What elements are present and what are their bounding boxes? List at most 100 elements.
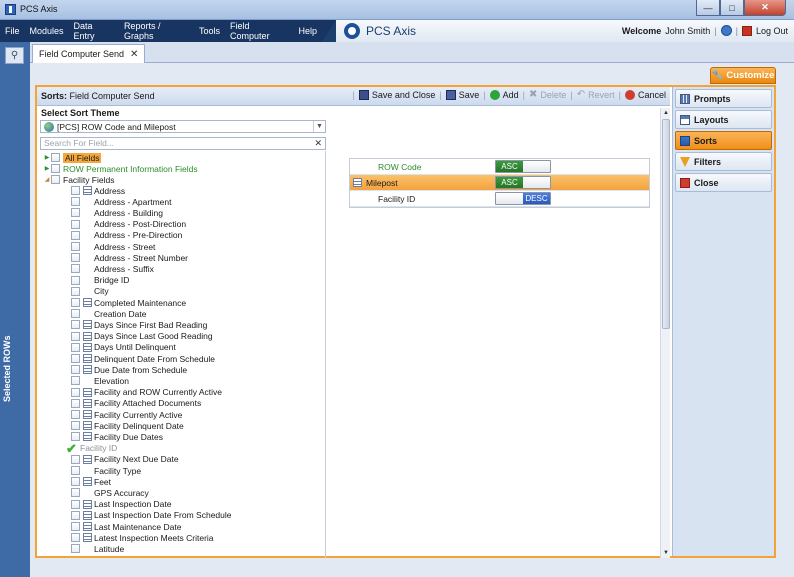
checkbox[interactable] — [71, 510, 80, 520]
tree-field-item[interactable]: Address - Apartment — [71, 196, 171, 207]
checkbox[interactable] — [71, 286, 80, 296]
tree-field-item[interactable]: Facility and ROW Currently Active — [71, 387, 222, 398]
prompts-button[interactable]: Prompts — [675, 89, 772, 108]
scroll-thumb[interactable] — [662, 119, 670, 329]
checkbox[interactable] — [71, 275, 80, 285]
chevron-down-icon[interactable]: ▼ — [313, 121, 325, 132]
sort-direction-toggle[interactable]: ASC — [495, 176, 551, 189]
tree-field-item[interactable]: Latest Inspection Meets Criteria — [71, 532, 214, 543]
close-window-button[interactable]: ✕ — [744, 0, 786, 16]
checkbox[interactable] — [71, 354, 80, 363]
tree-node-facility-fields[interactable]: ◢ Facility Fields — [43, 174, 115, 185]
checkbox[interactable] — [71, 219, 80, 229]
logout-link[interactable]: Log Out — [756, 26, 788, 36]
collapse-icon[interactable]: ◢ — [43, 176, 51, 183]
tree-field-item[interactable]: Address - Suffix — [71, 263, 154, 274]
tree-field-item[interactable]: Address - Post-Direction — [71, 219, 186, 230]
tree-node-row-permanent-info[interactable]: ▶ ROW Permanent Information Fields — [43, 163, 198, 174]
revert-button[interactable]: ↶ Revert — [577, 90, 615, 101]
tree-field-item[interactable]: Address - Street Number — [71, 252, 188, 263]
search-icon[interactable]: ⚲ — [5, 47, 24, 64]
checkbox[interactable] — [71, 488, 80, 498]
tree-field-item[interactable]: Latitude — [71, 543, 124, 554]
checkbox[interactable] — [71, 230, 80, 240]
cancel-button[interactable]: Cancel — [624, 90, 666, 100]
menu-data-entry[interactable]: Data Entry — [69, 21, 119, 41]
tree-field-item[interactable]: Address - Street — [71, 241, 155, 252]
tree-field-item[interactable]: City — [71, 286, 109, 297]
tree-field-item[interactable]: Bridge ID — [71, 275, 129, 286]
delete-button[interactable]: ✖ Delete — [529, 90, 566, 101]
checkbox[interactable] — [71, 387, 80, 397]
tree-field-item[interactable]: Due Date from Schedule — [71, 364, 187, 375]
checkbox[interactable] — [71, 533, 80, 543]
checkbox[interactable] — [71, 309, 80, 319]
sort-direction-toggle[interactable]: ASC — [495, 160, 551, 173]
tree-field-item[interactable]: Creation Date — [71, 308, 146, 319]
checkbox[interactable] — [71, 197, 80, 207]
selected-rows-tab[interactable]: Selected ROWs — [2, 335, 12, 402]
checkbox[interactable] — [71, 477, 80, 487]
tree-field-item[interactable]: ✔ Facility ID — [66, 442, 117, 455]
checkbox[interactable] — [71, 253, 80, 263]
menu-help[interactable]: Help — [293, 26, 322, 36]
expand-icon[interactable]: ▶ — [43, 165, 51, 172]
checkbox[interactable] — [51, 153, 60, 162]
tree-field-item[interactable]: Elevation — [71, 375, 129, 386]
checkbox[interactable] — [71, 242, 80, 251]
vertical-scrollbar[interactable]: ▲ ▼ — [660, 108, 670, 558]
logout-icon[interactable] — [741, 25, 752, 36]
checkbox[interactable] — [51, 164, 60, 173]
sort-row[interactable]: ROW Code ASC — [350, 159, 649, 175]
add-button[interactable]: Add — [489, 90, 519, 100]
close-tab-icon[interactable]: ✕ — [130, 49, 138, 60]
menu-modules[interactable]: Modules — [25, 26, 69, 36]
sort-row[interactable]: Milepost ASC — [350, 175, 649, 191]
tree-field-item[interactable]: Last Maintenance Date — [71, 521, 181, 532]
menu-reports-graphs[interactable]: Reports / Graphs — [119, 21, 194, 41]
tree-field-item[interactable]: Address - Building — [71, 207, 163, 218]
checkbox[interactable] — [71, 264, 80, 274]
checkbox[interactable] — [71, 499, 80, 509]
checkbox[interactable] — [71, 522, 80, 531]
tab-field-computer-send[interactable]: Field Computer Send ✕ — [32, 44, 146, 63]
tree-field-item[interactable]: Last Inspection Date From Schedule — [71, 510, 232, 521]
sorts-button[interactable]: Sorts — [675, 131, 772, 150]
help-icon[interactable] — [720, 25, 732, 36]
checkbox[interactable] — [71, 342, 80, 352]
tree-field-item[interactable]: Facility Currently Active — [71, 409, 182, 420]
layouts-button[interactable]: Layouts — [675, 110, 772, 129]
tree-field-item[interactable]: Days Since Last Good Reading — [71, 331, 213, 342]
tree-field-item[interactable]: Delinquent Date From Schedule — [71, 353, 215, 364]
checkbox[interactable] — [71, 331, 80, 341]
checkbox[interactable] — [71, 544, 80, 554]
close-button[interactable]: Close — [675, 173, 772, 192]
sort-theme-select[interactable]: [PCS] ROW Code and Milepost ▼ — [40, 120, 326, 133]
checkbox[interactable] — [51, 175, 60, 184]
tree-field-item[interactable]: Completed Maintenance — [71, 297, 186, 308]
tree-field-item[interactable]: Address - Pre-Direction — [71, 230, 182, 241]
clear-search-icon[interactable]: ✕ — [314, 138, 322, 149]
scroll-down-icon[interactable]: ▼ — [662, 549, 670, 557]
tree-field-item[interactable]: GPS Accuracy — [71, 487, 149, 498]
checkbox[interactable] — [71, 410, 80, 419]
menu-tools[interactable]: Tools — [194, 26, 225, 36]
checkbox[interactable] — [71, 208, 80, 218]
tree-field-item[interactable]: Facility Attached Documents — [71, 398, 201, 409]
customize-button[interactable]: 🔧 Customize — [710, 67, 776, 84]
filters-button[interactable]: Filters — [675, 152, 772, 171]
expand-icon[interactable]: ▶ — [43, 154, 51, 161]
checkbox[interactable] — [71, 421, 80, 431]
scroll-up-icon[interactable]: ▲ — [662, 109, 670, 117]
tree-field-item[interactable]: Last Inspection Date — [71, 499, 172, 510]
checkbox[interactable] — [71, 298, 80, 307]
tree-field-item[interactable]: Facility Type — [71, 465, 141, 476]
tree-field-item[interactable]: Feet — [71, 476, 111, 487]
maximize-button[interactable]: □ — [720, 0, 744, 16]
checkbox[interactable] — [71, 365, 80, 375]
tree-node-all-fields[interactable]: ▶ All Fields — [43, 152, 102, 163]
tree-field-item[interactable]: Facility Next Due Date — [71, 454, 179, 465]
menu-field-computer[interactable]: Field Computer — [225, 21, 293, 41]
save-and-close-button[interactable]: Save and Close — [358, 90, 435, 100]
checkbox[interactable] — [71, 398, 80, 408]
